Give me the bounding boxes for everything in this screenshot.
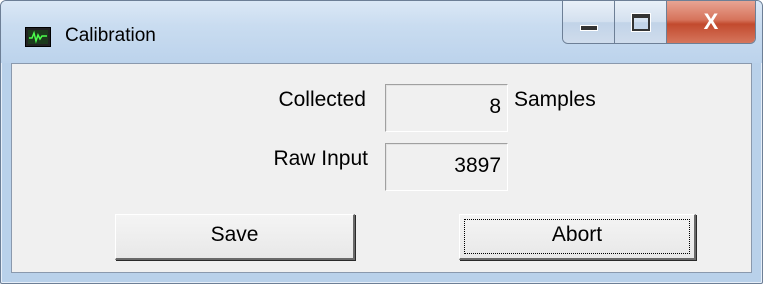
caption-buttons: X <box>562 1 756 44</box>
window-title: Calibration <box>65 25 156 46</box>
title-bar[interactable]: Calibration X <box>1 1 762 63</box>
collected-count-field: 8 <box>385 84 508 132</box>
oscilloscope-icon[interactable] <box>25 27 51 47</box>
samples-unit-label: Samples <box>514 88 596 111</box>
maximize-icon <box>631 13 650 31</box>
maximize-button[interactable] <box>615 1 667 43</box>
close-icon: X <box>703 9 719 34</box>
save-button[interactable]: Save <box>115 214 355 260</box>
minimize-icon <box>579 25 598 31</box>
raw-input-field: 3897 <box>385 143 508 191</box>
close-button[interactable]: X <box>667 1 755 43</box>
focus-rectangle <box>464 219 690 254</box>
calibration-window: Calibration X Collected 8 Samples Raw In… <box>0 0 763 284</box>
minimize-button[interactable] <box>563 1 615 43</box>
abort-button[interactable]: Abort <box>459 214 696 260</box>
collected-label: Collected <box>278 88 366 111</box>
raw-input-label: Raw Input <box>273 147 368 170</box>
client-area: Collected 8 Samples Raw Input 3897 Save … <box>11 63 752 273</box>
